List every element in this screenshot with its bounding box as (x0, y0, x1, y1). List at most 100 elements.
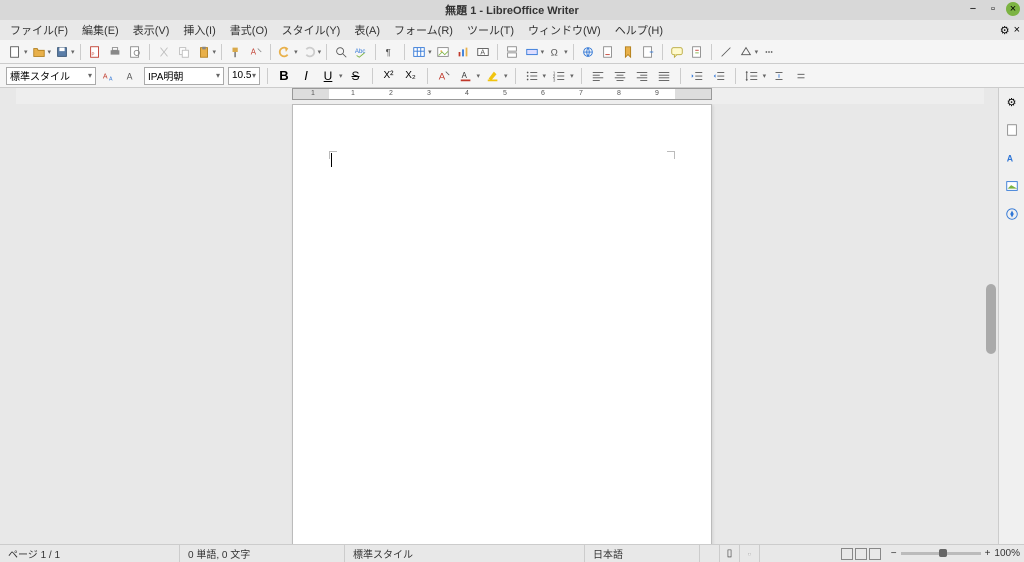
view-multi-icon[interactable] (855, 548, 867, 560)
minimize-button[interactable]: − (966, 2, 980, 16)
vertical-scrollbar[interactable] (984, 104, 998, 544)
shapes-dropdown-icon[interactable]: ▾ (755, 48, 759, 56)
paste-icon[interactable] (195, 43, 213, 61)
close-button[interactable]: × (1006, 2, 1020, 16)
document-canvas[interactable] (16, 104, 984, 544)
increase-para-spacing-icon[interactable] (770, 67, 788, 85)
view-book-icon[interactable] (869, 548, 881, 560)
maximize-button[interactable]: ▫ (986, 2, 1000, 16)
insert-table-icon[interactable] (410, 43, 428, 61)
status-page[interactable]: ページ 1 / 1 (0, 545, 180, 562)
menubar-close-icon[interactable]: × (1014, 24, 1020, 37)
special-char-icon[interactable]: Ω (546, 43, 564, 61)
font-color-icon[interactable]: A (457, 67, 475, 85)
sidebar-navigator-icon[interactable] (1002, 204, 1022, 224)
zoom-slider[interactable] (901, 552, 981, 555)
open-dropdown-icon[interactable]: ▾ (48, 48, 52, 56)
hyperlink-icon[interactable] (579, 43, 597, 61)
clear-direct-format-icon[interactable]: A (435, 67, 453, 85)
spacing-dropdown-icon[interactable]: ▾ (763, 72, 767, 80)
new-style-icon[interactable]: A (122, 67, 140, 85)
status-words[interactable]: 0 単語, 0 文字 (180, 545, 345, 562)
menu-view[interactable]: 表示(V) (127, 20, 176, 40)
menu-insert[interactable]: 挿入(I) (177, 20, 221, 40)
find-icon[interactable] (332, 43, 350, 61)
sidebar-styles-icon[interactable]: A (1002, 148, 1022, 168)
save-icon[interactable] (53, 43, 71, 61)
bookmark-icon[interactable] (619, 43, 637, 61)
export-pdf-icon[interactable]: P (86, 43, 104, 61)
view-single-icon[interactable] (841, 548, 853, 560)
font-name-combo[interactable]: IPA明朝▾ (144, 67, 224, 85)
bullet-list-icon[interactable] (523, 67, 541, 85)
align-right-icon[interactable] (633, 67, 651, 85)
highlight-dropdown-icon[interactable]: ▾ (504, 72, 508, 80)
undo-dropdown-icon[interactable]: ▾ (294, 48, 298, 56)
fontcolor-dropdown-icon[interactable]: ▾ (477, 72, 481, 80)
sidebar-settings-icon[interactable]: ⚙ (1002, 92, 1022, 112)
clone-format-icon[interactable] (227, 43, 245, 61)
print-icon[interactable] (106, 43, 124, 61)
status-language[interactable]: 日本語 (585, 545, 700, 562)
sidebar-properties-icon[interactable] (1002, 120, 1022, 140)
scrollbar-thumb[interactable] (986, 284, 996, 354)
undo-icon[interactable] (276, 43, 294, 61)
basic-shapes-icon[interactable] (737, 43, 755, 61)
menu-table[interactable]: 表(A) (348, 20, 386, 40)
footnote-icon[interactable] (599, 43, 617, 61)
line-icon[interactable] (717, 43, 735, 61)
strikethrough-button[interactable]: S (347, 67, 365, 85)
bullet-dropdown-icon[interactable]: ▾ (543, 72, 547, 80)
underline-dropdown-icon[interactable]: ▾ (339, 72, 343, 80)
menu-file[interactable]: ファイル(F) (4, 20, 74, 40)
insert-chart-icon[interactable] (454, 43, 472, 61)
copy-icon[interactable] (175, 43, 193, 61)
decrease-para-spacing-icon[interactable] (792, 67, 810, 85)
menubar-settings-icon[interactable]: ⚙ (1000, 24, 1010, 37)
align-left-icon[interactable] (589, 67, 607, 85)
menu-form[interactable]: フォーム(R) (388, 20, 459, 40)
italic-button[interactable]: I (297, 67, 315, 85)
align-center-icon[interactable] (611, 67, 629, 85)
print-preview-icon[interactable] (126, 43, 144, 61)
paste-dropdown-icon[interactable]: ▾ (213, 48, 217, 56)
superscript-button[interactable]: X² (380, 67, 398, 85)
formatting-marks-icon[interactable]: ¶ (381, 43, 399, 61)
status-insert-mode[interactable] (700, 545, 720, 562)
menu-tools[interactable]: ツール(T) (461, 20, 520, 40)
spellcheck-icon[interactable]: Abc (352, 43, 370, 61)
specialchar-dropdown-icon[interactable]: ▾ (564, 48, 568, 56)
update-style-icon[interactable]: AA (100, 67, 118, 85)
number-list-icon[interactable]: 123 (550, 67, 568, 85)
line-spacing-icon[interactable] (743, 67, 761, 85)
status-signature[interactable] (740, 545, 760, 562)
highlight-icon[interactable] (484, 67, 502, 85)
status-style[interactable]: 標準スタイル (345, 545, 585, 562)
sidebar-gallery-icon[interactable] (1002, 176, 1022, 196)
cross-ref-icon[interactable] (639, 43, 657, 61)
redo-icon[interactable] (300, 43, 318, 61)
number-dropdown-icon[interactable]: ▾ (570, 72, 574, 80)
menu-edit[interactable]: 編集(E) (76, 20, 125, 40)
status-selection-mode[interactable]: ▯ (720, 545, 740, 562)
font-size-combo[interactable]: 10.5▾ (228, 67, 260, 85)
insert-image-icon[interactable] (434, 43, 452, 61)
open-icon[interactable] (30, 43, 48, 61)
new-dropdown-icon[interactable]: ▾ (24, 48, 28, 56)
insert-textbox-icon[interactable]: A (474, 43, 492, 61)
bold-button[interactable]: B (275, 67, 293, 85)
horizontal-ruler[interactable]: 1 1 2 3 4 5 6 7 8 9 (16, 88, 984, 104)
clear-format-icon[interactable]: A (247, 43, 265, 61)
decrease-indent-icon[interactable] (710, 67, 728, 85)
underline-button[interactable]: U (319, 67, 337, 85)
zoom-slider-handle[interactable] (939, 549, 947, 557)
menu-window[interactable]: ウィンドウ(W) (522, 20, 607, 40)
field-dropdown-icon[interactable]: ▾ (541, 48, 545, 56)
cut-icon[interactable] (155, 43, 173, 61)
menu-help[interactable]: ヘルプ(H) (609, 20, 669, 40)
increase-indent-icon[interactable] (688, 67, 706, 85)
comment-icon[interactable] (668, 43, 686, 61)
menu-format[interactable]: 書式(O) (224, 20, 274, 40)
menu-styles[interactable]: スタイル(Y) (276, 20, 347, 40)
page-break-icon[interactable] (503, 43, 521, 61)
